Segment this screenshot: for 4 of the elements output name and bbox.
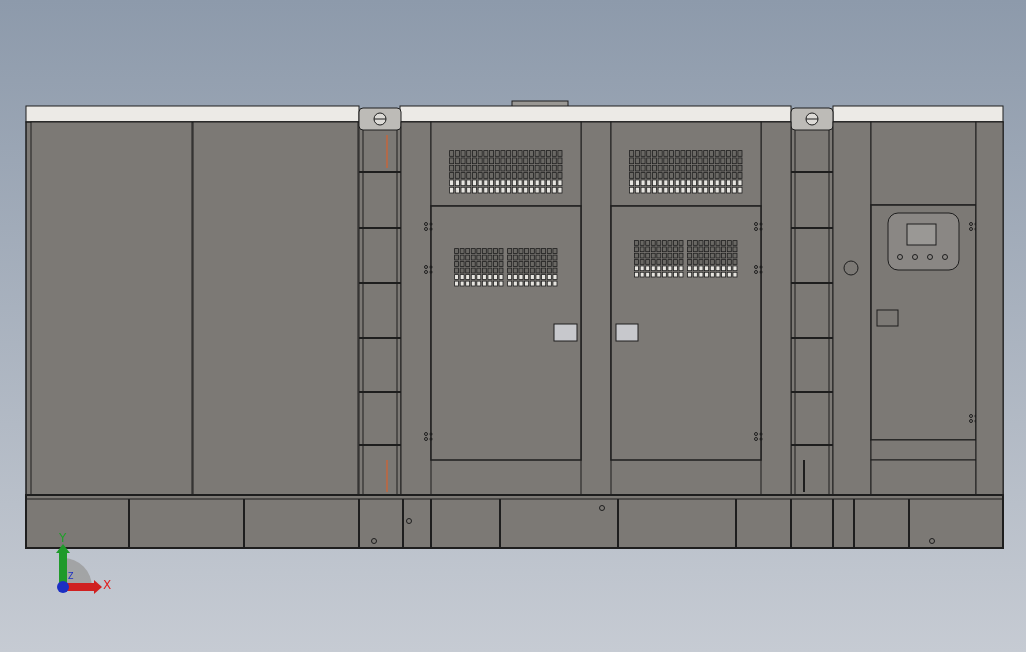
axis-label: X [103,578,112,592]
axis-label: Z [68,572,74,581]
axis-triad-drawing [56,544,102,594]
axis-label: Y [59,531,67,545]
